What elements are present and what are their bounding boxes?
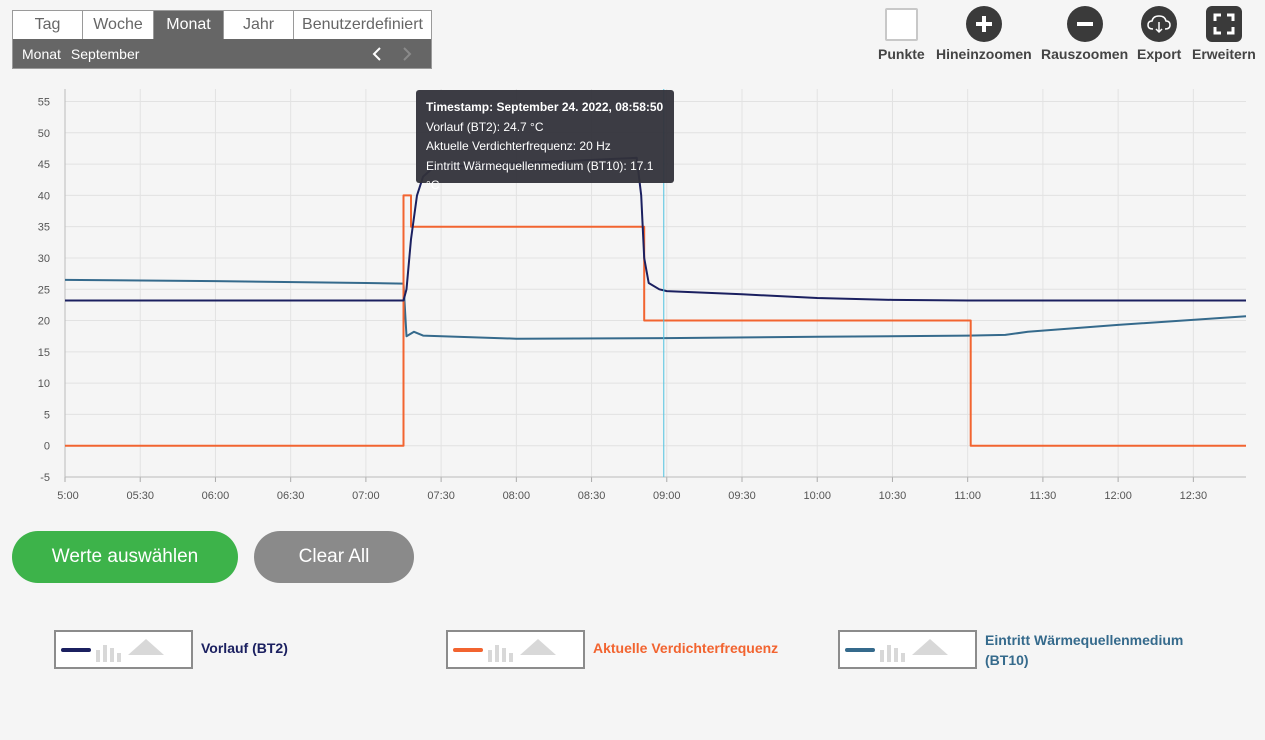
tooltip-timestamp: Timestamp: September 24. 2022, 08:58:50: [426, 100, 664, 114]
x-tick-label: 09:00: [653, 490, 681, 502]
export-label: Export: [1137, 46, 1182, 62]
legend-item-frequenz[interactable]: Aktuelle Verdichterfrequenz: [446, 630, 778, 669]
points-toggle[interactable]: Punkte: [878, 6, 925, 62]
cloud-download-icon: [1141, 6, 1178, 42]
x-tick-label: 5:00: [57, 490, 78, 502]
legend-swatch: [61, 648, 91, 652]
x-tick-label: 10:30: [879, 490, 907, 502]
chevron-left-icon: [372, 46, 381, 61]
points-label: Punkte: [878, 46, 925, 62]
x-tick-label: 10:00: [803, 490, 831, 502]
minus-icon: [1066, 6, 1103, 42]
legend-toggle-box[interactable]: [838, 630, 977, 669]
x-tick-label: 12:00: [1104, 490, 1132, 502]
tab-benutzerdefiniert[interactable]: Benutzerdefiniert: [294, 11, 431, 39]
legend-swatch: [453, 648, 483, 652]
tab-monat[interactable]: Monat: [154, 11, 224, 39]
tab-jahr[interactable]: Jahr: [224, 11, 294, 39]
x-tick-label: 07:00: [352, 490, 380, 502]
x-tick-label: 06:00: [202, 490, 230, 502]
period-sub-label: Monat: [22, 45, 61, 62]
chart-type-icon: [96, 639, 164, 662]
x-tick-label: 12:30: [1180, 490, 1208, 502]
chevron-right-icon: [403, 46, 412, 61]
y-tick-label: 25: [38, 284, 50, 296]
x-tick-label: 06:30: [277, 490, 305, 502]
x-tick-label: 09:30: [728, 490, 756, 502]
legend-label: Aktuelle Verdichterfrequenz: [593, 640, 779, 656]
zoom-out-button[interactable]: Rauszoomen: [1041, 6, 1128, 62]
chart-tooltip: Timestamp: September 24. 2022, 08:58:50 …: [416, 90, 674, 192]
export-button[interactable]: Export: [1137, 6, 1181, 62]
y-tick-label: 35: [38, 222, 50, 234]
period-selector: Tag Woche Monat Jahr Benutzerdefiniert M…: [12, 10, 432, 69]
expand-button[interactable]: Erweitern: [1192, 6, 1256, 62]
chart-type-icon: [880, 639, 948, 662]
legend-swatch: [845, 648, 875, 652]
tab-tag[interactable]: Tag: [13, 11, 83, 39]
legend-label: Vorlauf (BT2): [201, 640, 288, 656]
y-tick-label: 30: [38, 253, 50, 265]
expand-label: Erweitern: [1192, 46, 1256, 62]
x-tick-label: 11:30: [1030, 490, 1057, 502]
zoom-out-label: Rauszoomen: [1041, 46, 1129, 62]
legend-label: Eintritt Wärmequellenmedium (BT10): [985, 630, 1183, 670]
select-values-button[interactable]: Werte auswählen: [12, 531, 238, 583]
next-period-button[interactable]: [399, 46, 415, 62]
y-tick-label: 0: [44, 441, 50, 453]
tooltip-line-frequenz: Aktuelle Verdichterfrequenz: 20 Hz: [426, 139, 611, 153]
y-tick-label: 55: [38, 97, 50, 109]
period-tabs: Tag Woche Monat Jahr Benutzerdefiniert: [13, 11, 431, 39]
y-tick-label: -5: [40, 472, 50, 484]
legend-label-line-1: Eintritt Wärmequellenmedium: [985, 632, 1184, 648]
fullscreen-icon: [1205, 6, 1242, 42]
x-tick-label: 08:00: [503, 490, 531, 502]
y-tick-label: 10: [38, 378, 50, 390]
period-sub-value: September: [70, 45, 140, 62]
x-tick-label: 05:30: [126, 490, 154, 502]
tab-woche[interactable]: Woche: [83, 11, 154, 39]
y-tick-label: 45: [38, 159, 50, 171]
y-tick-label: 40: [38, 190, 50, 202]
y-tick-label: 5: [44, 409, 50, 421]
x-tick-label: 08:30: [578, 490, 606, 502]
legend-toggle-box[interactable]: [446, 630, 585, 669]
plus-icon: [965, 6, 1002, 42]
legend-label-line-2: (BT10): [985, 652, 1029, 668]
y-tick-label: 20: [38, 316, 50, 328]
chart-type-icon: [488, 639, 556, 662]
x-tick-label: 07:30: [427, 490, 455, 502]
legend-item-eintritt[interactable]: Eintritt Wärmequellenmedium (BT10): [838, 630, 1183, 670]
y-tick-label: 15: [38, 347, 50, 359]
tooltip-line-vorlauf: Vorlauf (BT2): 24.7 °C: [426, 119, 544, 134]
clear-all-button[interactable]: Clear All: [254, 531, 414, 583]
legend-toggle-box[interactable]: [54, 630, 193, 669]
period-subbar: Monat September: [13, 39, 431, 68]
y-tick-label: 50: [38, 128, 50, 140]
zoom-in-button[interactable]: Hineinzoomen: [936, 6, 1032, 62]
series-line-eintritt: [64, 278, 1247, 340]
tooltip-line-eintritt: Eintritt Wärmequellenmedium (BT10): 17.1…: [426, 158, 654, 193]
previous-period-button[interactable]: [369, 46, 385, 62]
legend-item-vorlauf[interactable]: Vorlauf (BT2): [54, 630, 288, 669]
zoom-in-label: Hineinzoomen: [936, 46, 1032, 62]
x-tick-label: 11:00: [954, 490, 981, 502]
checkbox-icon: [884, 7, 918, 41]
